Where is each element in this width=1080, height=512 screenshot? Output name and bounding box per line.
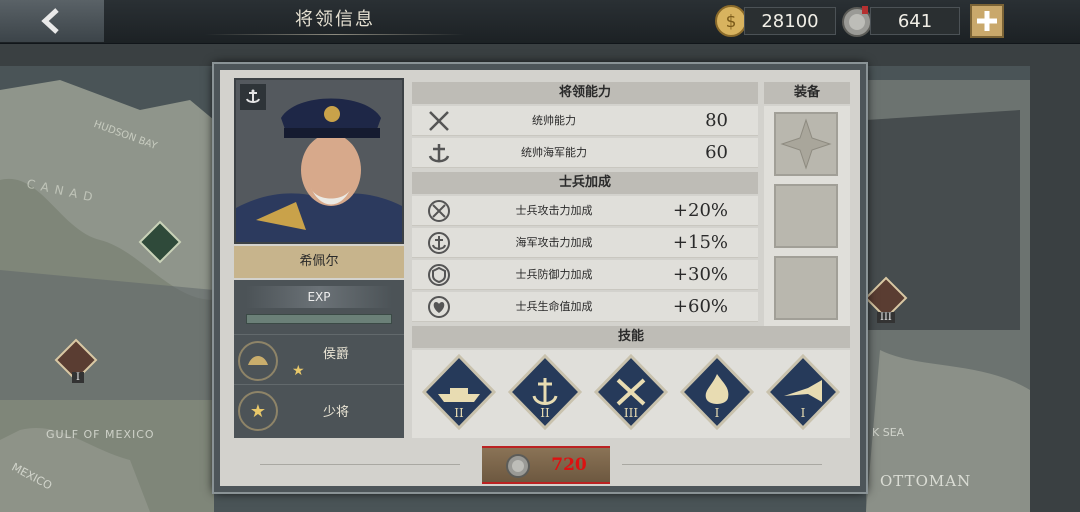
back-arrow-icon <box>41 8 59 34</box>
fire-icon <box>679 353 755 431</box>
general-portrait <box>234 78 404 244</box>
noble-rank-star-icon: ★ <box>292 363 305 379</box>
general-name: 希佩尔 <box>234 246 404 278</box>
skill-level: III <box>623 406 639 420</box>
military-rank-laurel-icon: ★ <box>238 391 278 431</box>
svg-text:$: $ <box>726 12 737 32</box>
noble-rank-row: 侯爵 ★ <box>234 334 404 384</box>
equipment-header: 装备 <box>764 82 850 104</box>
ability-value: 60 <box>705 142 728 163</box>
svg-text:★: ★ <box>250 401 266 422</box>
map-label-gulf: GULF OF MEXICO <box>46 428 155 441</box>
gold-coin-icon: $ <box>714 4 748 38</box>
medal-cost-button[interactable]: 720 <box>482 446 610 484</box>
noble-rank-laurel-icon <box>238 341 278 381</box>
general-info-panel: 希佩尔 EXP 侯爵 ★ ★ 少将 将领能力 统帅能力 80 统帅海军能力 60… <box>214 64 866 492</box>
equipment-slot-empty[interactable] <box>774 256 838 320</box>
crossed-swords-icon <box>429 111 449 131</box>
ability-label: 统帅能力 <box>532 114 576 127</box>
order-cross-icon <box>780 118 832 170</box>
skill-level: II <box>454 406 464 420</box>
navy-anchor-badge <box>240 84 266 110</box>
bonus-row: 士兵生命值加成 +60% <box>412 292 758 322</box>
equipment-slot-medal[interactable] <box>774 112 838 176</box>
anchor-icon <box>428 144 450 163</box>
bonus-row: 海军攻击力加成 +15% <box>412 228 758 258</box>
bonus-value: +15% <box>672 232 728 253</box>
bonus-value: +30% <box>672 264 728 285</box>
anchor-icon <box>246 89 260 103</box>
anchor-laurel-icon <box>507 353 583 431</box>
add-currency-button[interactable] <box>970 4 1004 38</box>
medal-icon <box>840 4 874 38</box>
back-button[interactable] <box>0 0 104 42</box>
skill-level: I <box>800 406 806 420</box>
bonus-label: 士兵攻击力加成 <box>515 204 593 217</box>
exp-label: EXP <box>246 286 392 308</box>
map-label-sea: K SEA <box>872 426 905 439</box>
skill-level: II <box>540 406 550 420</box>
title-underline <box>205 34 465 35</box>
medal-amount: 641 <box>870 7 960 35</box>
health-bonus-icon <box>428 296 450 318</box>
skill-slot[interactable]: I <box>678 352 756 436</box>
warship-icon <box>421 353 497 431</box>
soldier-bonus-header: 士兵加成 <box>412 172 758 194</box>
skill-slot[interactable]: I <box>764 352 842 436</box>
bonus-value: +60% <box>672 296 728 317</box>
military-rank-title: 少将 <box>322 405 349 420</box>
skills-area: II II III I I <box>412 350 850 438</box>
decorative-line-right <box>622 464 822 465</box>
skills-header: 技能 <box>412 326 850 348</box>
bonus-label: 士兵防御力加成 <box>515 268 593 281</box>
top-bar: 将领信息 $ 28100 641 <box>0 0 1080 44</box>
bonus-row: 士兵攻击力加成 +20% <box>412 196 758 226</box>
gold-amount: 28100 <box>744 7 836 35</box>
equipment-slot-empty[interactable] <box>774 184 838 248</box>
military-rank-row: ★ 少将 <box>234 384 404 434</box>
map-label-ottoman: OTTOMAN <box>880 472 972 490</box>
bugle-icon <box>765 353 841 431</box>
attack-bonus-icon <box>428 200 450 222</box>
map-unit-level-right: III <box>877 312 895 323</box>
medal-cost-value: 720 <box>551 455 587 475</box>
ability-label: 统帅海军能力 <box>521 146 587 159</box>
bonus-label: 士兵生命值加成 <box>515 300 593 313</box>
bonus-value: +20% <box>672 200 728 221</box>
skill-level: I <box>714 406 720 420</box>
noble-rank-title: 侯爵 <box>322 347 349 362</box>
skill-slot[interactable]: II <box>506 352 584 436</box>
bonus-label: 海军攻击力加成 <box>515 236 593 249</box>
map-unit-level-left: I <box>72 372 84 383</box>
ability-row: 统帅海军能力 60 <box>412 138 758 168</box>
ability-header: 将领能力 <box>412 82 758 104</box>
skill-slot[interactable]: II <box>420 352 498 436</box>
exp-progress-bar <box>246 314 392 324</box>
naval-attack-bonus-icon <box>428 232 450 254</box>
defense-bonus-icon <box>428 264 450 286</box>
tools-icon <box>593 353 669 431</box>
bonus-row: 士兵防御力加成 +30% <box>412 260 758 290</box>
medal-icon <box>506 454 531 478</box>
plus-icon <box>977 11 997 31</box>
general-rank-column: EXP 侯爵 ★ ★ 少将 <box>234 280 404 438</box>
decorative-line-left <box>260 464 460 465</box>
ability-row: 统帅能力 80 <box>412 106 758 136</box>
ability-value: 80 <box>705 110 728 131</box>
skill-slot[interactable]: III <box>592 352 670 436</box>
equipment-column <box>764 106 850 326</box>
